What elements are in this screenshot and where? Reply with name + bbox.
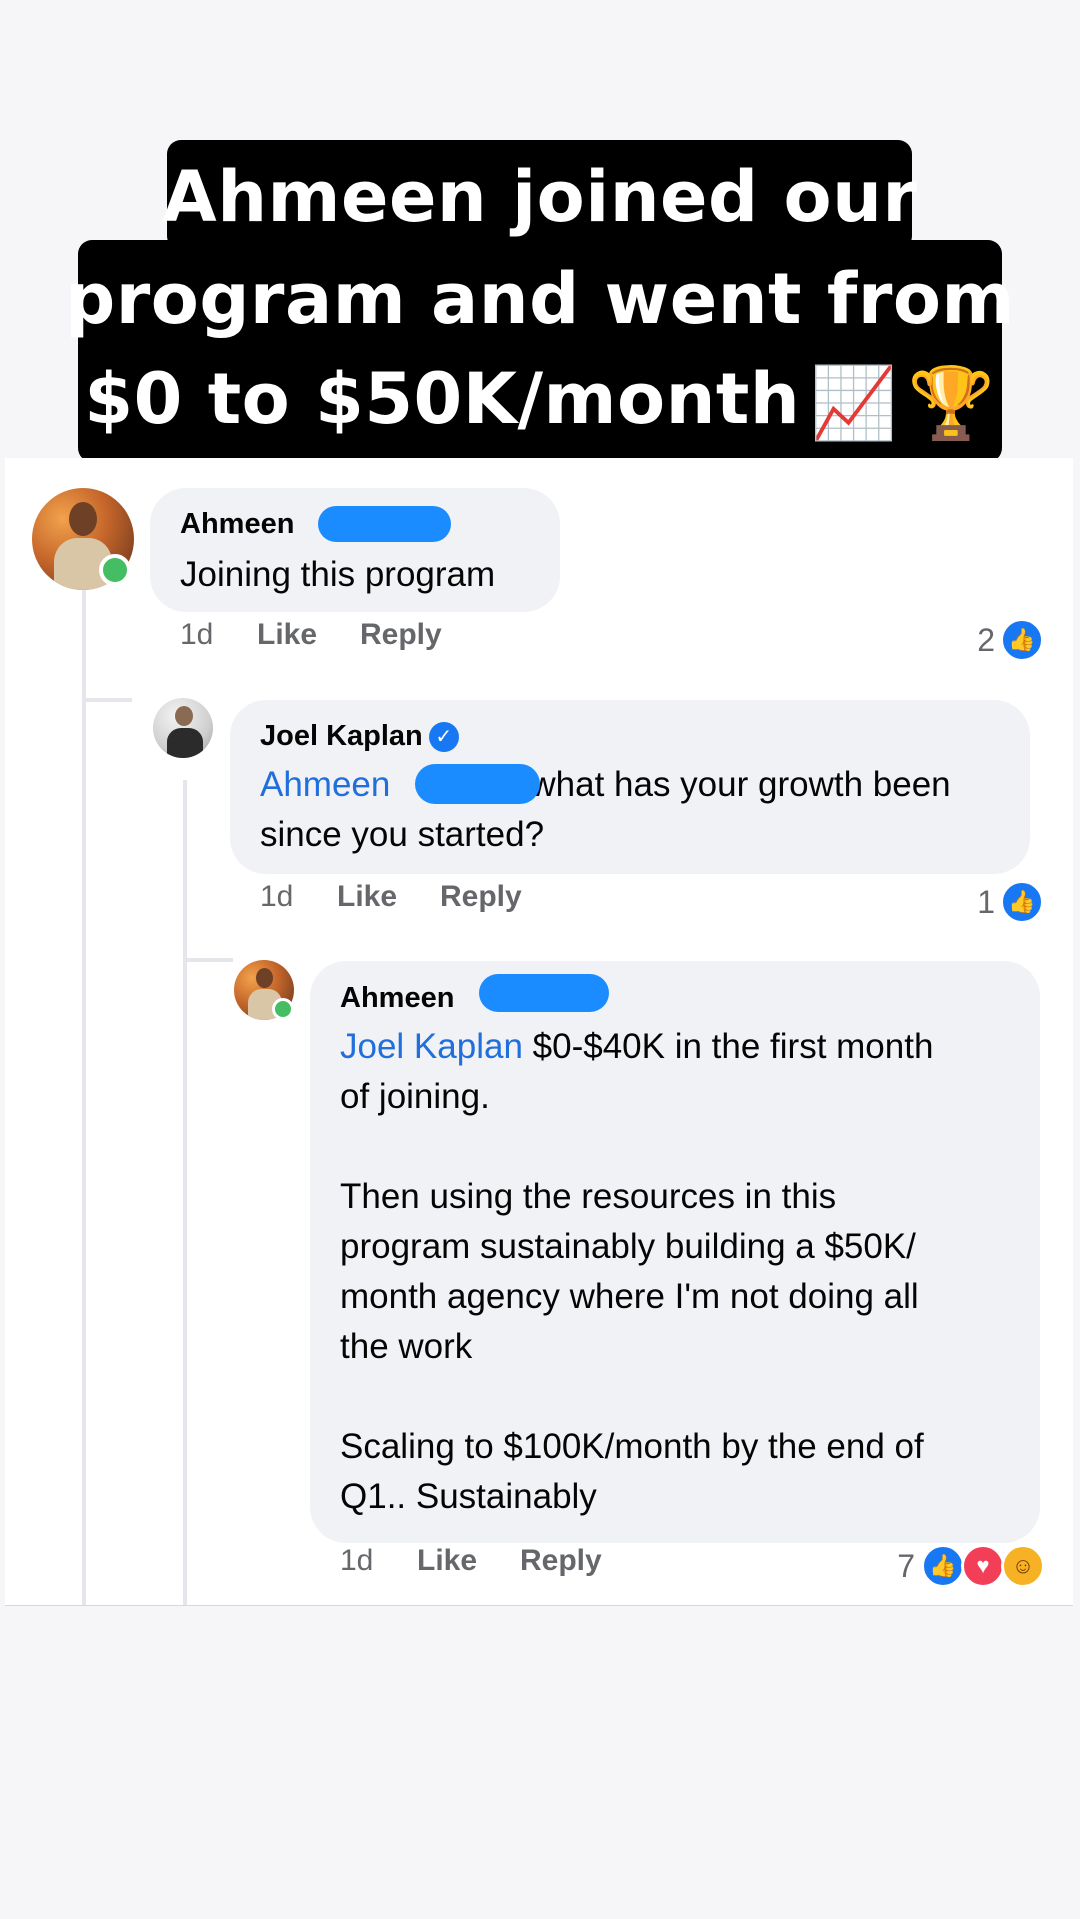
online-status-icon bbox=[272, 998, 294, 1020]
comment-time[interactable]: 1d bbox=[180, 618, 213, 652]
redaction-scribble bbox=[415, 764, 540, 804]
redaction-scribble bbox=[318, 506, 451, 542]
caption-line-3: $0 to $50K/month 📈 🏆 bbox=[0, 358, 1080, 445]
thread-line-sub bbox=[183, 780, 187, 1605]
comment-text-line: Q1.. Sustainably bbox=[340, 1477, 597, 1516]
mention-link[interactable]: Joel Kaplan bbox=[340, 1027, 523, 1066]
comment-text: Joel Kaplan $0-$40K in the first month o… bbox=[340, 1022, 1030, 1522]
like-icon[interactable]: 👍 bbox=[1000, 618, 1044, 662]
comment-text-line: month agency where I'm not doing all bbox=[340, 1277, 919, 1316]
like-icon[interactable]: 👍 bbox=[921, 1544, 965, 1588]
caption-line-3-text: $0 to $50K/month bbox=[84, 358, 801, 440]
comment-text-line: the work bbox=[340, 1327, 473, 1366]
comment-thread: Ahmeen Joining this program 1d Like Repl… bbox=[5, 458, 1073, 1606]
avatar-torso bbox=[167, 728, 203, 758]
author-name[interactable]: Joel Kaplan bbox=[260, 720, 423, 752]
like-button[interactable]: Like bbox=[337, 880, 397, 914]
thread-connector-2 bbox=[183, 958, 233, 962]
caption-line-1: Ahmeen joined our bbox=[162, 156, 918, 238]
avatar-head bbox=[69, 502, 97, 536]
like-button[interactable]: Like bbox=[257, 618, 317, 652]
thread-line-main bbox=[82, 558, 86, 1605]
avatar-head bbox=[256, 968, 273, 988]
reaction-count[interactable]: 1 bbox=[965, 884, 995, 921]
chart-increasing-icon: 📈 bbox=[810, 362, 898, 445]
reply-button[interactable]: Reply bbox=[360, 618, 442, 652]
reply-button[interactable]: Reply bbox=[520, 1544, 602, 1578]
headline-caption: Ahmeen joined our program and went from … bbox=[0, 0, 1080, 470]
online-status-icon bbox=[99, 554, 131, 586]
reaction-count[interactable]: 2 bbox=[965, 622, 995, 659]
comment-text: Ahmeen what has your growth been since yo… bbox=[260, 760, 1020, 860]
comment-time[interactable]: 1d bbox=[340, 1544, 373, 1578]
comment-text: Joining this program bbox=[180, 555, 496, 594]
caption-line-2: program and went from bbox=[65, 258, 1015, 340]
comment-author[interactable]: Ahmeen bbox=[180, 508, 294, 541]
comment-text-line: since you started? bbox=[260, 815, 545, 854]
comment-text-line: program sustainably building a $50K/ bbox=[340, 1227, 916, 1266]
redaction-scribble bbox=[479, 974, 609, 1012]
thread-connector-1 bbox=[82, 698, 132, 702]
comment-time[interactable]: 1d bbox=[260, 880, 293, 914]
care-icon[interactable]: ☺ bbox=[1001, 1544, 1045, 1588]
comment-text-line: Scaling to $100K/month by the end of bbox=[340, 1427, 924, 1466]
trophy-icon: 🏆 bbox=[907, 362, 996, 445]
comment-author[interactable]: Ahmeen bbox=[340, 982, 454, 1015]
love-icon[interactable]: ♥ bbox=[961, 1544, 1005, 1588]
avatar-joel-kaplan[interactable] bbox=[153, 698, 213, 758]
like-button[interactable]: Like bbox=[417, 1544, 477, 1578]
reply-button[interactable]: Reply bbox=[440, 880, 522, 914]
comment-author[interactable]: Joel Kaplan ✓ bbox=[260, 720, 459, 753]
comment-text-line: Then using the resources in this bbox=[340, 1177, 837, 1216]
reaction-count[interactable]: 7 bbox=[885, 1548, 915, 1585]
avatar-head bbox=[175, 706, 193, 726]
comment-text-line: what has your growth been bbox=[530, 765, 951, 804]
like-icon[interactable]: 👍 bbox=[1000, 880, 1044, 924]
comment-text-line: $0-$40K in the first month bbox=[532, 1027, 934, 1066]
mention-link[interactable]: Ahmeen bbox=[260, 765, 390, 804]
verified-badge-icon: ✓ bbox=[428, 722, 459, 753]
comment-text-line: of joining. bbox=[340, 1077, 490, 1116]
